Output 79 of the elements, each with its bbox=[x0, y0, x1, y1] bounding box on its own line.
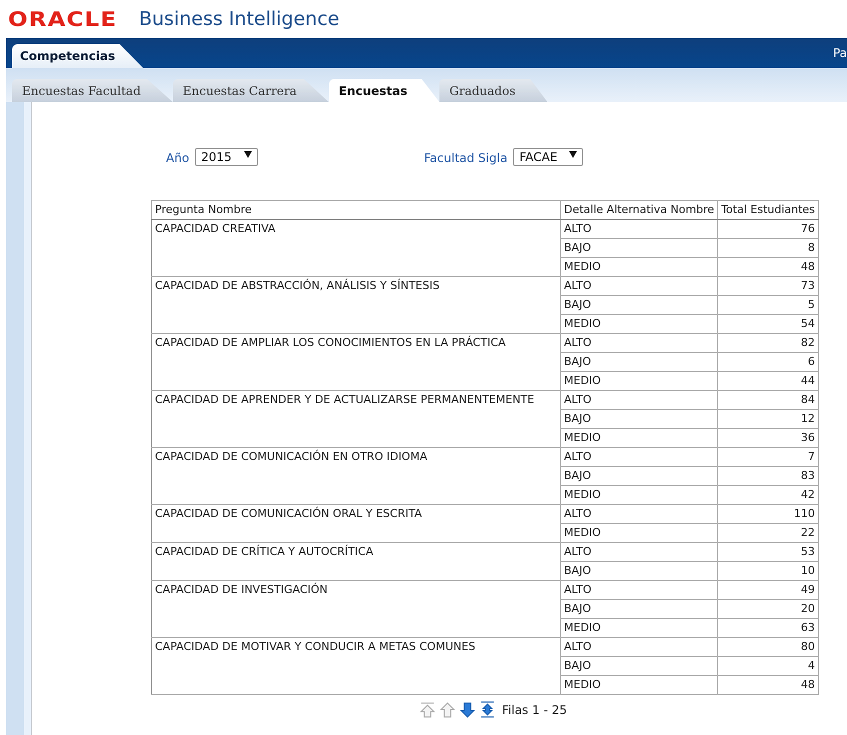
row-count: Filas 1 - 25 bbox=[502, 702, 567, 716]
table-cell: 63 bbox=[718, 618, 818, 638]
dropdown[interactable]: 2015 bbox=[195, 148, 258, 166]
caret-icon bbox=[244, 151, 252, 158]
down-arrow-icon[interactable] bbox=[459, 701, 476, 718]
table-cell: CAPACIDAD DE COMUNICACIÓN ORAL Y ESCRITA bbox=[152, 504, 560, 542]
page-tab[interactable]: Encuestas Facultad bbox=[12, 79, 173, 102]
table-cell: 84 bbox=[718, 390, 818, 410]
table-cell: MEDIO bbox=[560, 372, 718, 390]
table-cell: 12 bbox=[718, 410, 818, 428]
table-cell: MEDIO bbox=[560, 676, 718, 694]
table-cell: ALTO bbox=[560, 448, 718, 466]
dashboard-tab[interactable]: Competencias bbox=[12, 44, 144, 68]
brand-logo: ORACLE bbox=[8, 7, 118, 31]
table-cell: 54 bbox=[718, 314, 818, 334]
table-cell: 73 bbox=[718, 276, 818, 296]
table-cell: MEDIO bbox=[560, 524, 718, 542]
table-cell: 44 bbox=[718, 372, 818, 390]
table-cell: 53 bbox=[718, 542, 818, 562]
table-cell: 83 bbox=[718, 466, 818, 486]
prompt-label: Año bbox=[166, 150, 190, 165]
table-cell: 6 bbox=[718, 352, 818, 372]
table-cell: CAPACIDAD CREATIVA bbox=[152, 220, 560, 276]
header-link[interactable]: Pa bbox=[832, 46, 847, 60]
table-cell: 22 bbox=[718, 524, 818, 542]
table-cell: BAJO bbox=[560, 562, 718, 580]
double-arrow-icon[interactable] bbox=[479, 701, 496, 718]
caret-icon bbox=[569, 151, 578, 158]
page-tab[interactable]: Encuestas Carrera bbox=[172, 79, 329, 102]
table-cell: 4 bbox=[718, 656, 818, 676]
table-cell: MEDIO bbox=[560, 314, 718, 334]
table-cell: CAPACIDAD DE COMUNICACIÓN EN OTRO IDIOMA bbox=[152, 448, 560, 504]
table-cell: BAJO bbox=[560, 466, 718, 486]
table-cell: MEDIO bbox=[560, 486, 718, 504]
table-cell: BAJO bbox=[560, 352, 718, 372]
table-cell: BAJO bbox=[560, 410, 718, 428]
table-cell: 20 bbox=[718, 600, 818, 618]
product-title: Business Intelligence bbox=[138, 8, 340, 30]
column-header: Detalle Alternativa Nombre bbox=[560, 200, 718, 220]
table-cell: ALTO bbox=[560, 390, 718, 410]
table-cell: 110 bbox=[718, 504, 818, 524]
table-cell: 76 bbox=[718, 220, 818, 238]
table-cell: CAPACIDAD DE MOTIVAR Y CONDUCIR A METAS COMUNES bbox=[152, 638, 560, 694]
prompt-label: Facultad Sigla bbox=[424, 150, 508, 165]
table-cell: 10 bbox=[718, 562, 818, 580]
column-header: Total Estudiantes bbox=[718, 200, 818, 220]
table-cell: BAJO bbox=[560, 656, 718, 676]
page-tab[interactable]: Encuestas bbox=[328, 79, 440, 102]
table-cell: ALTO bbox=[560, 276, 718, 296]
table-cell: BAJO bbox=[560, 238, 718, 258]
table-cell: CAPACIDAD DE APRENDER Y DE ACTUALIZARSE PERMANENTEMENTE bbox=[152, 390, 560, 448]
table-cell: CAPACIDAD DE AMPLIAR LOS CONOCIMIENTOS EN LA PRÁCTICA bbox=[152, 334, 560, 390]
table-cell: 42 bbox=[718, 486, 818, 504]
table-cell: CAPACIDAD DE INVESTIGACIÓN bbox=[152, 580, 560, 638]
table-cell: 80 bbox=[718, 638, 818, 656]
table-cell: 36 bbox=[718, 428, 818, 448]
table-cell: 8 bbox=[718, 238, 818, 258]
table-cell: 5 bbox=[718, 296, 818, 314]
table-cell: 48 bbox=[718, 676, 818, 694]
table-cell: BAJO bbox=[560, 296, 718, 314]
table-cell: BAJO bbox=[560, 600, 718, 618]
table-cell: CAPACIDAD DE ABSTRACCIÓN, ANÁLISIS Y SÍNTESIS bbox=[152, 276, 560, 334]
table-cell: ALTO bbox=[560, 542, 718, 562]
column-header: Pregunta Nombre bbox=[152, 200, 560, 220]
table-cell: ALTO bbox=[560, 220, 718, 238]
table-cell: MEDIO bbox=[560, 618, 718, 638]
table-cell: ALTO bbox=[560, 580, 718, 600]
table-cell: ALTO bbox=[560, 504, 718, 524]
dropdown[interactable]: FACAE bbox=[513, 148, 584, 166]
table-cell: ALTO bbox=[560, 334, 718, 352]
table-cell: 7 bbox=[718, 448, 818, 466]
table-cell: 49 bbox=[718, 580, 818, 600]
table-cell: ALTO bbox=[560, 638, 718, 656]
table-cell: 82 bbox=[718, 334, 818, 352]
page-tab[interactable]: Graduados bbox=[439, 79, 548, 102]
table-cell: MEDIO bbox=[560, 428, 718, 448]
table-cell: 48 bbox=[718, 258, 818, 276]
table-cell: CAPACIDAD DE CRÍTICA Y AUTOCRÍTICA bbox=[152, 542, 560, 580]
table-cell: MEDIO bbox=[560, 258, 718, 276]
